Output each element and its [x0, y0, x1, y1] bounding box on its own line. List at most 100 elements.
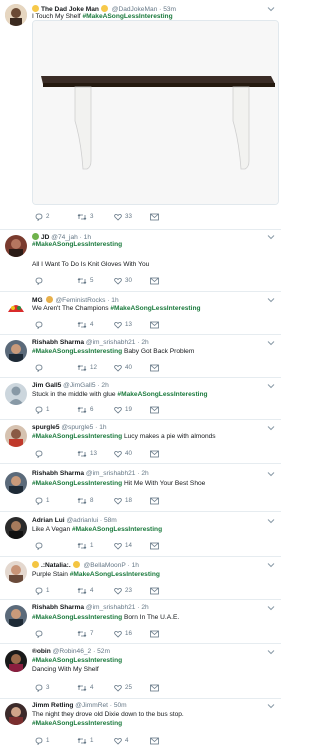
avatar[interactable]: [5, 383, 27, 405]
retweet-button[interactable]: 4: [77, 587, 93, 595]
timestamp[interactable]: 2h: [141, 339, 148, 346]
hashtag-link[interactable]: #MakeASongLessInteresting: [32, 433, 122, 440]
handle[interactable]: @Robin46_2: [53, 648, 92, 655]
display-name[interactable]: The Dad Joke Man: [41, 6, 99, 13]
retweet-button[interactable]: 4: [77, 684, 93, 692]
display-name[interactable]: JD: [41, 234, 49, 241]
like-button[interactable]: 33: [114, 213, 132, 221]
tweet-5[interactable]: Jim Gall5 @JimGall5 · 2h Stuck in the mi…: [0, 378, 281, 420]
avatar[interactable]: [5, 340, 27, 362]
like-button[interactable]: 40: [114, 364, 132, 372]
reply-button[interactable]: [35, 450, 46, 458]
dm-button[interactable]: [150, 364, 159, 372]
retweet-button[interactable]: 13: [77, 450, 97, 458]
retweet-button[interactable]: 6: [77, 406, 93, 414]
display-name[interactable]: .:Natalia:.: [41, 562, 71, 569]
dm-button[interactable]: [150, 450, 159, 458]
dm-button[interactable]: [150, 277, 159, 285]
timestamp[interactable]: 1h: [111, 297, 118, 304]
retweet-button[interactable]: 4: [77, 321, 93, 329]
tweet-2[interactable]: JD @74_jah · 1h #MakeASongLessInterestin…: [0, 230, 281, 292]
dm-button[interactable]: [150, 630, 159, 638]
hashtag-link[interactable]: #MakeASongLessInteresting: [70, 571, 160, 578]
like-button[interactable]: 4: [114, 737, 128, 745]
handle[interactable]: @JimmRet: [75, 702, 108, 709]
hashtag-link[interactable]: #MakeASongLessInteresting: [32, 348, 122, 355]
chevron-down-icon[interactable]: [267, 470, 275, 478]
avatar[interactable]: [5, 472, 27, 494]
reply-button[interactable]: 1: [35, 737, 49, 745]
retweet-button[interactable]: 1: [77, 542, 93, 550]
reply-button[interactable]: 2: [35, 213, 49, 221]
handle[interactable]: @im_srishabh21: [86, 604, 136, 611]
retweet-button[interactable]: 3: [77, 213, 93, 221]
hashtag-link[interactable]: #MakeASongLessInteresting: [32, 657, 122, 664]
dm-button[interactable]: [150, 497, 159, 505]
chevron-down-icon[interactable]: [267, 382, 275, 390]
tweet-7[interactable]: Rishabh Sharma @im_srishabh21 · 2h #Make…: [0, 464, 281, 512]
tweet-6[interactable]: spurgle5 @spurgle5 · 1h #MakeASongLessIn…: [0, 420, 281, 464]
hashtag-link[interactable]: #MakeASongLessInteresting: [110, 305, 200, 312]
display-name[interactable]: MG: [32, 297, 43, 304]
display-name[interactable]: Adrian Lui: [32, 517, 65, 524]
reply-button[interactable]: 3: [35, 684, 49, 692]
reply-button[interactable]: 1: [35, 587, 49, 595]
avatar[interactable]: [5, 650, 27, 672]
chevron-down-icon[interactable]: [267, 702, 275, 710]
like-button[interactable]: 18: [114, 497, 132, 505]
reply-button[interactable]: 1: [35, 497, 49, 505]
chevron-down-icon[interactable]: [267, 424, 275, 432]
chevron-down-icon[interactable]: [267, 233, 275, 241]
handle[interactable]: @JimGall5: [63, 382, 95, 389]
chevron-down-icon[interactable]: [267, 517, 275, 525]
reply-button[interactable]: [35, 542, 46, 550]
tweet-9[interactable]: .:Natalia:. @BellaMoonP · 1h Purple Stai…: [0, 557, 281, 600]
like-button[interactable]: 30: [114, 277, 132, 285]
dm-button[interactable]: [150, 587, 159, 595]
handle[interactable]: @im_srishabh21: [86, 470, 136, 477]
timestamp[interactable]: 2h: [101, 382, 108, 389]
like-button[interactable]: 16: [114, 630, 132, 638]
chevron-down-icon[interactable]: [267, 296, 275, 304]
avatar[interactable]: [5, 605, 27, 627]
timestamp[interactable]: 58m: [104, 517, 117, 524]
tweet-10[interactable]: Rishabh Sharma @im_srishabh21 · 2h #Make…: [0, 600, 281, 644]
avatar[interactable]: [5, 425, 27, 447]
display-name[interactable]: Rishabh Sharma: [32, 470, 84, 477]
handle[interactable]: @im_srishabh21: [86, 339, 136, 346]
tweet-12[interactable]: Jimm Retling @JimmRet · 50m The night th…: [0, 699, 281, 750]
reply-button[interactable]: [35, 630, 46, 638]
handle[interactable]: @FeministRocks: [55, 297, 105, 304]
hashtag-link[interactable]: #MakeASongLessInteresting: [117, 391, 207, 398]
tweet-8[interactable]: Adrian Lui @adrianlui · 58m Like A Vegan…: [0, 512, 281, 557]
hashtag-link[interactable]: #MakeASongLessInteresting: [32, 614, 122, 621]
avatar[interactable]: [5, 561, 27, 583]
avatar[interactable]: [5, 703, 27, 725]
chevron-down-icon[interactable]: [267, 604, 275, 612]
dm-button[interactable]: [150, 406, 159, 414]
display-name[interactable]: Jim Gall5: [32, 382, 61, 389]
timestamp[interactable]: 50m: [114, 702, 127, 709]
reply-button[interactable]: [35, 364, 46, 372]
display-name[interactable]: Jimm Retling: [32, 702, 73, 709]
like-button[interactable]: 14: [114, 542, 132, 550]
retweet-button[interactable]: 12: [77, 364, 97, 372]
hashtag-link[interactable]: #MakeASongLessInteresting: [82, 13, 172, 20]
timestamp[interactable]: 53m: [163, 6, 176, 13]
chevron-down-icon[interactable]: [267, 561, 275, 569]
avatar[interactable]: [5, 4, 27, 26]
timestamp[interactable]: 1h: [84, 234, 91, 241]
tweet-image[interactable]: [32, 20, 279, 205]
avatar[interactable]: [5, 517, 27, 539]
tweet-3[interactable]: MG @FeministRocks · 1h We Aren't The Cha…: [0, 292, 281, 335]
dm-button[interactable]: [150, 213, 159, 221]
handle[interactable]: @DadJokeMan: [112, 6, 158, 13]
timestamp[interactable]: 1h: [132, 562, 139, 569]
timestamp[interactable]: 52m: [97, 648, 110, 655]
avatar[interactable]: [5, 296, 27, 318]
like-button[interactable]: 25: [114, 684, 132, 692]
like-button[interactable]: 13: [114, 321, 132, 329]
hashtag-link[interactable]: #MakeASongLessInteresting: [32, 241, 122, 248]
timestamp[interactable]: 2h: [141, 470, 148, 477]
handle[interactable]: @BellaMoonP: [84, 562, 126, 569]
